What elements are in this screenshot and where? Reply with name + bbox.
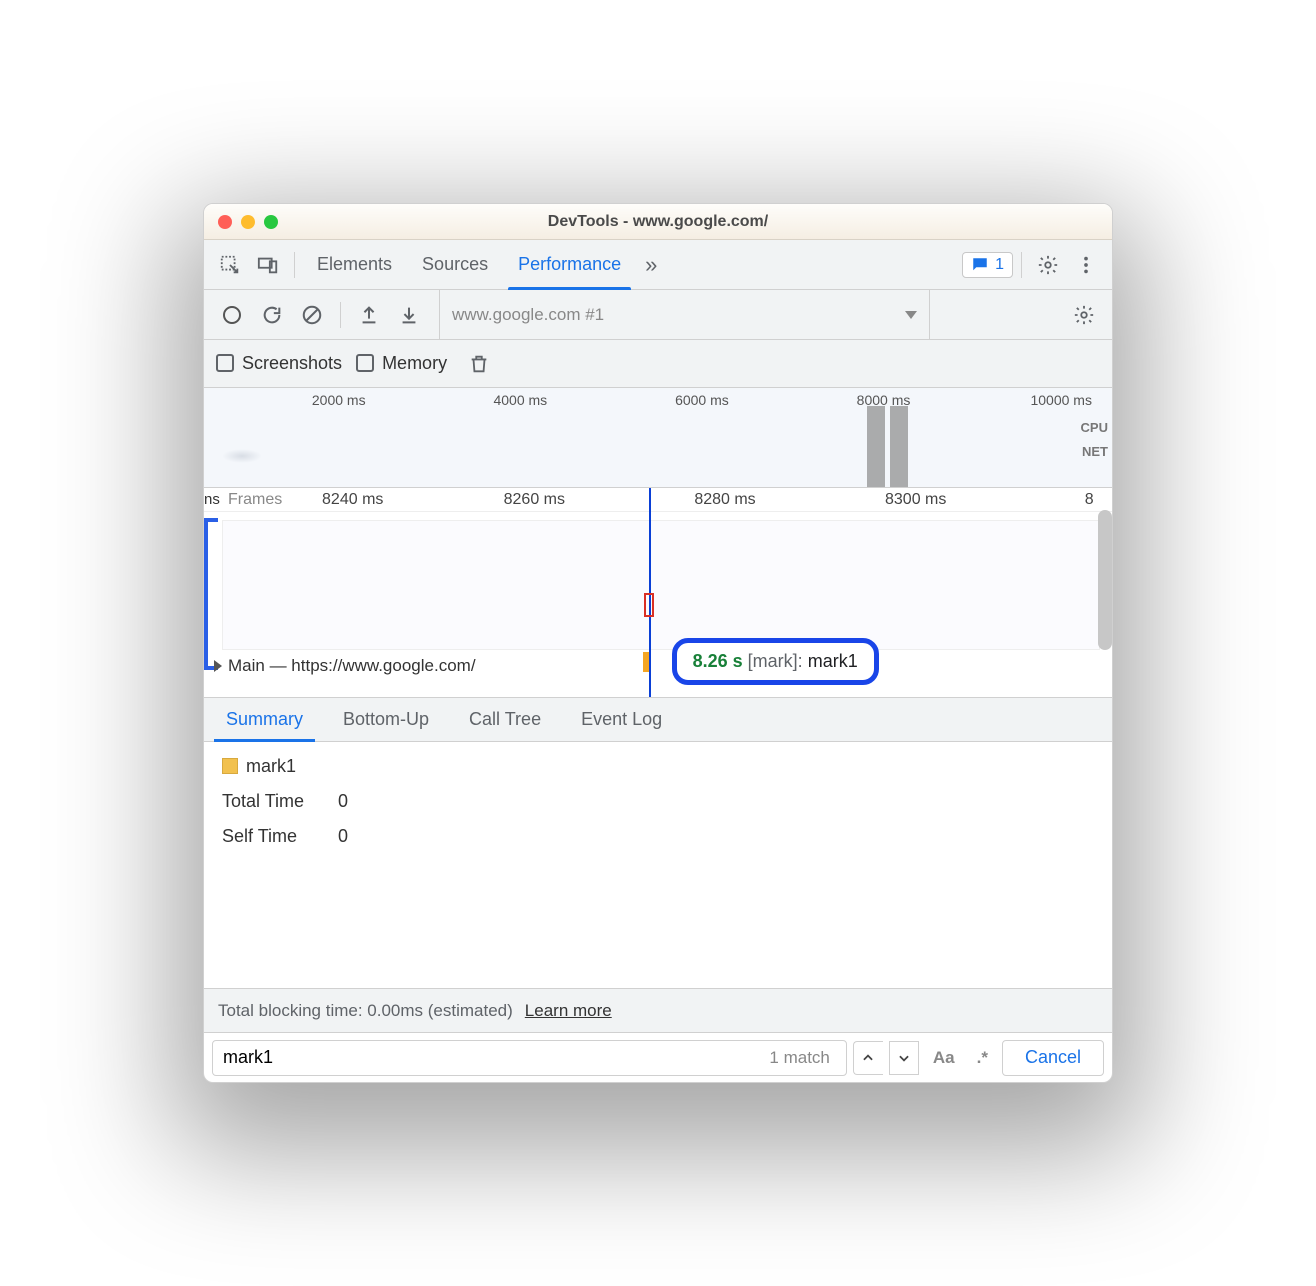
learn-more-link[interactable]: Learn more xyxy=(525,1001,612,1021)
task-sliver[interactable] xyxy=(643,652,649,672)
separator xyxy=(1021,252,1022,278)
summary-event-name: mark1 xyxy=(222,756,1094,777)
feedback-count: 1 xyxy=(995,256,1004,274)
self-time-row: Self Time 0 xyxy=(222,826,1094,847)
tab-sources[interactable]: Sources xyxy=(408,240,502,289)
regex-toggle[interactable]: .* xyxy=(969,1048,996,1068)
total-time-row: Total Time 0 xyxy=(222,791,1094,812)
timings-track[interactable] xyxy=(222,520,1100,650)
memory-checkbox[interactable]: Memory xyxy=(356,353,447,374)
chevron-down-icon xyxy=(905,311,917,319)
minimize-window-button[interactable] xyxy=(241,215,255,229)
recording-name: www.google.com #1 xyxy=(452,305,604,325)
overview-window-handle[interactable] xyxy=(890,406,908,487)
selection-bracket xyxy=(204,518,218,670)
search-input[interactable] xyxy=(223,1047,769,1068)
download-icon[interactable] xyxy=(391,297,427,333)
summary-panel: mark1 Total Time 0 Self Time 0 xyxy=(204,742,1112,988)
flame-ruler: ns Frames 8240 ms 8260 ms 8280 ms 8300 m… xyxy=(204,488,1112,512)
feedback-badge[interactable]: 1 xyxy=(962,252,1013,278)
cpu-activity-bump xyxy=(222,449,262,463)
settings-icon[interactable] xyxy=(1030,247,1066,283)
tab-call-tree[interactable]: Call Tree xyxy=(453,698,557,741)
separator xyxy=(294,252,295,278)
tab-performance[interactable]: Performance xyxy=(504,240,635,289)
window-title: DevTools - www.google.com/ xyxy=(204,213,1112,231)
tooltip-time: 8.26 s xyxy=(693,651,743,671)
timeline-overview[interactable]: 2000 ms 4000 ms 6000 ms 8000 ms 10000 ms… xyxy=(204,388,1112,488)
timing-tooltip: 8.26 s [mark]: mark1 xyxy=(672,638,879,685)
kebab-menu-icon[interactable] xyxy=(1068,247,1104,283)
cancel-button[interactable]: Cancel xyxy=(1002,1040,1104,1076)
timing-marker[interactable] xyxy=(644,593,654,617)
capture-options: Screenshots Memory xyxy=(204,340,1112,388)
blocking-time-text: Total blocking time: 0.00ms (estimated) xyxy=(218,1001,513,1021)
capture-settings-icon[interactable] xyxy=(1066,297,1102,333)
search-bar: 1 match Aa .* Cancel xyxy=(204,1032,1112,1082)
detail-tabs: Summary Bottom-Up Call Tree Event Log xyxy=(204,698,1112,742)
tooltip-name: mark1 xyxy=(808,651,858,671)
titlebar: DevTools - www.google.com/ xyxy=(204,204,1112,240)
overview-ruler: 2000 ms 4000 ms 6000 ms 8000 ms 10000 ms xyxy=(204,392,1112,408)
record-button[interactable] xyxy=(214,297,250,333)
overview-lane-labels: CPU NET xyxy=(1081,416,1108,464)
search-input-wrapper: 1 match xyxy=(212,1040,847,1076)
devtools-window: DevTools - www.google.com/ Elements Sour… xyxy=(203,203,1113,1083)
tab-elements[interactable]: Elements xyxy=(303,240,406,289)
tab-overflow[interactable]: » xyxy=(637,240,665,289)
device-toolbar-icon[interactable] xyxy=(250,247,286,283)
reload-record-icon[interactable] xyxy=(254,297,290,333)
performance-toolbar: www.google.com #1 xyxy=(204,290,1112,340)
flame-chart[interactable]: ns Frames 8240 ms 8260 ms 8280 ms 8300 m… xyxy=(204,488,1112,698)
color-swatch xyxy=(222,758,238,774)
separator xyxy=(340,302,341,328)
traffic-lights xyxy=(218,215,278,229)
prev-match-button[interactable] xyxy=(853,1041,883,1075)
case-sensitive-toggle[interactable]: Aa xyxy=(925,1048,963,1068)
garbage-collect-icon[interactable] xyxy=(461,346,497,382)
tab-bottom-up[interactable]: Bottom-Up xyxy=(327,698,445,741)
tab-summary[interactable]: Summary xyxy=(210,698,319,741)
screenshots-checkbox[interactable]: Screenshots xyxy=(216,353,342,374)
maximize-window-button[interactable] xyxy=(264,215,278,229)
upload-icon[interactable] xyxy=(351,297,387,333)
tooltip-type: [mark]: xyxy=(748,651,803,671)
next-match-button[interactable] xyxy=(889,1041,919,1075)
tab-event-log[interactable]: Event Log xyxy=(565,698,678,741)
overview-window-handle[interactable] xyxy=(867,406,885,487)
flame-scrollbar[interactable] xyxy=(1098,510,1112,650)
main-tabs: Elements Sources Performance » 1 xyxy=(204,240,1112,290)
recording-select[interactable]: www.google.com #1 xyxy=(439,290,930,339)
close-window-button[interactable] xyxy=(218,215,232,229)
frames-track-label: Frames xyxy=(228,491,282,509)
expand-icon xyxy=(214,660,222,672)
match-count: 1 match xyxy=(769,1048,829,1068)
inspect-element-icon[interactable] xyxy=(212,247,248,283)
main-thread-row[interactable]: Main — https://www.google.com/ xyxy=(214,656,476,676)
blocking-time-footer: Total blocking time: 0.00ms (estimated) … xyxy=(204,988,1112,1032)
clear-icon[interactable] xyxy=(294,297,330,333)
main-thread-label: Main — https://www.google.com/ xyxy=(228,656,476,676)
